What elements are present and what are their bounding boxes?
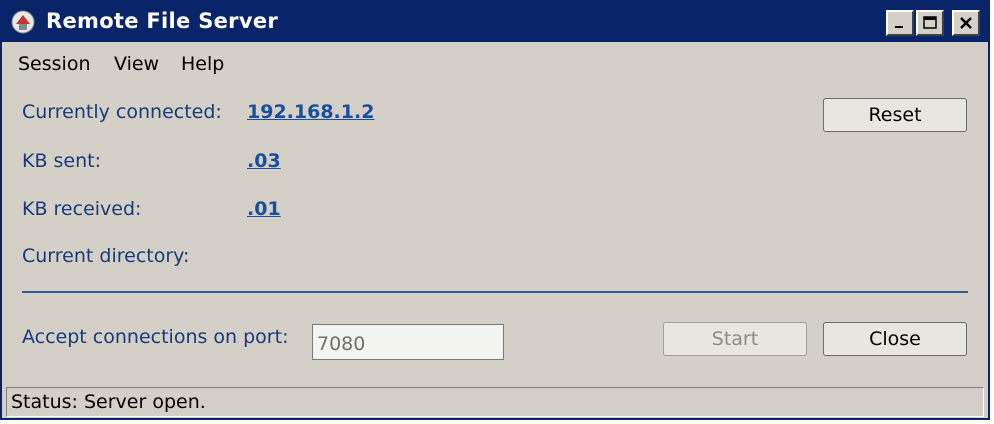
maximize-icon xyxy=(923,16,937,29)
kb-received-label: KB received: xyxy=(22,198,142,220)
connected-value[interactable]: 192.168.1.2 xyxy=(247,101,374,123)
reset-button[interactable]: Reset xyxy=(823,98,967,132)
close-icon xyxy=(960,17,972,29)
section-divider xyxy=(22,291,968,293)
port-label: Accept connections on port: xyxy=(22,326,289,348)
minimize-icon xyxy=(895,26,903,28)
connected-label: Currently connected: xyxy=(22,101,222,123)
kb-received-value[interactable]: .01 xyxy=(247,198,281,220)
status-bar: Status: Server open. xyxy=(6,387,984,417)
directory-label: Current directory: xyxy=(22,245,190,267)
close-button[interactable]: Close xyxy=(823,322,967,356)
start-button[interactable]: Start xyxy=(663,322,807,356)
maximize-button[interactable] xyxy=(916,10,944,36)
menu-session[interactable]: Session xyxy=(18,53,91,75)
menu-help[interactable]: Help xyxy=(181,53,224,75)
minimize-button[interactable] xyxy=(886,10,914,36)
kb-sent-value[interactable]: .03 xyxy=(247,150,281,172)
close-window-button[interactable] xyxy=(952,10,980,36)
app-icon xyxy=(11,10,35,34)
window-title: Remote File Server xyxy=(46,9,279,33)
port-input[interactable] xyxy=(312,324,504,360)
kb-sent-label: KB sent: xyxy=(22,150,102,172)
menu-view[interactable]: View xyxy=(114,53,159,75)
status-text: Status: Server open. xyxy=(11,391,206,413)
title-bar[interactable]: Remote File Server xyxy=(2,2,988,42)
main-window: Remote File Server Session View Help Cur… xyxy=(0,0,990,420)
menu-bar: Session View Help xyxy=(2,44,988,82)
